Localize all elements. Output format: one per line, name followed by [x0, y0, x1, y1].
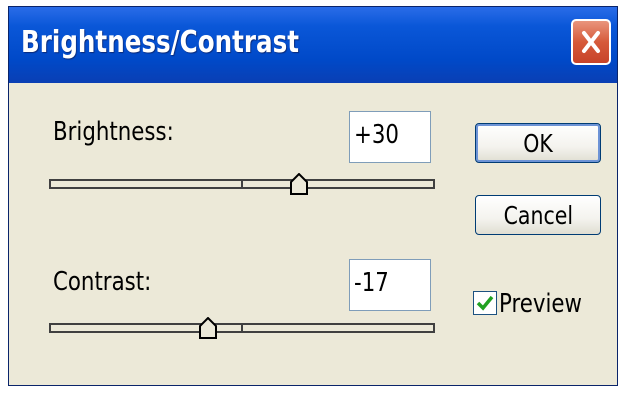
ok-button[interactable]: OK — [475, 123, 601, 163]
contrast-input[interactable]: -17 — [349, 259, 431, 311]
brightness-slider-track[interactable] — [49, 173, 435, 195]
contrast-slider-thumb[interactable] — [198, 317, 217, 339]
preview-label[interactable]: Preview — [499, 289, 582, 319]
brightness-input[interactable]: +30 — [349, 111, 431, 163]
brightness-slider-thumb[interactable] — [290, 173, 309, 195]
cancel-button-label: Cancel — [503, 200, 573, 230]
slider-center-mark — [241, 323, 243, 333]
title-bar[interactable]: Brightness/Contrast — [9, 7, 617, 83]
ok-button-label: OK — [523, 128, 553, 158]
close-x-icon — [582, 31, 600, 53]
contrast-value: -17 — [354, 268, 389, 298]
brightness-label: Brightness: — [53, 117, 174, 147]
slider-center-mark — [241, 179, 243, 189]
dialog-body: Brightness: +30 Contrast: -17 OK Cancel — [9, 83, 617, 385]
brightness-contrast-dialog: Brightness/Contrast Brightness: +30 Cont… — [8, 6, 618, 386]
cancel-button[interactable]: Cancel — [475, 195, 601, 235]
close-button[interactable] — [571, 19, 611, 65]
brightness-value: +30 — [354, 120, 399, 150]
check-mark-icon — [476, 295, 494, 311]
preview-checkbox[interactable] — [473, 291, 497, 315]
window-title: Brightness/Contrast — [21, 25, 300, 60]
contrast-slider-track[interactable] — [49, 317, 435, 339]
contrast-label: Contrast: — [53, 267, 152, 297]
